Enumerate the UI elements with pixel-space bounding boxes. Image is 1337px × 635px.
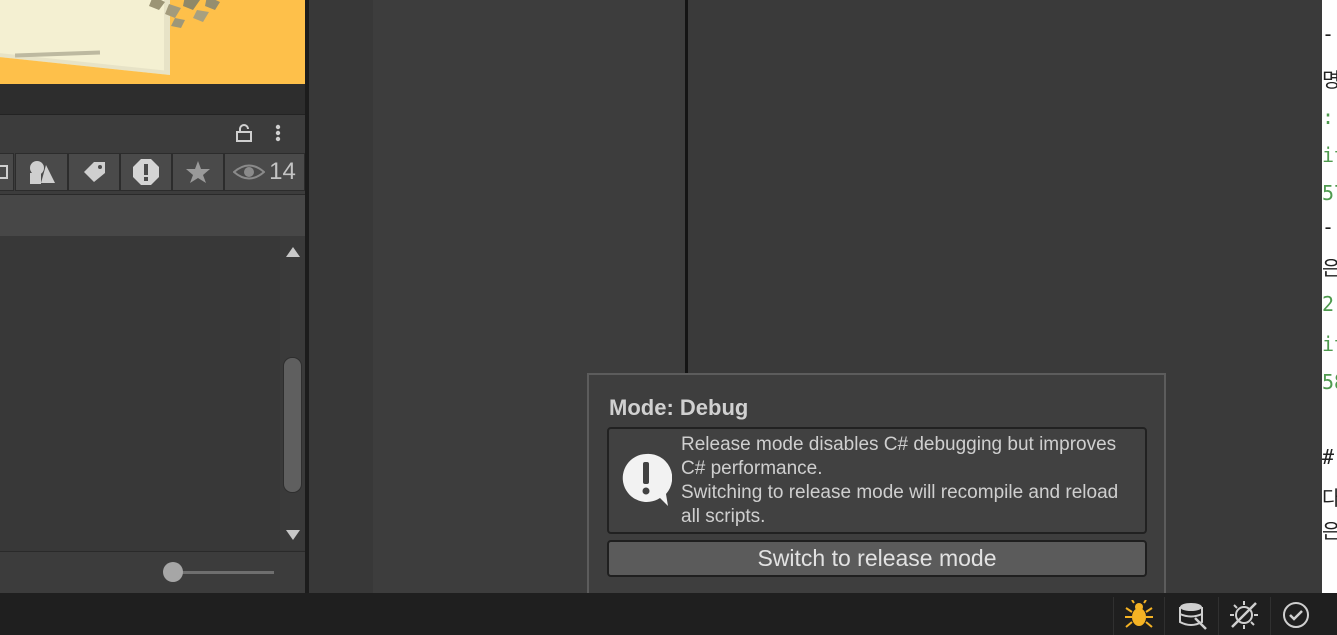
status-separator xyxy=(1164,597,1165,635)
status-check-icon[interactable] xyxy=(1281,600,1311,630)
scroll-down-icon[interactable] xyxy=(286,530,300,540)
warning-icon xyxy=(133,159,159,185)
debug-mode-icon[interactable] xyxy=(1124,600,1154,630)
status-separator xyxy=(1218,597,1219,635)
code-line: it xyxy=(1322,332,1337,356)
visible-count: 14 xyxy=(269,158,296,185)
status-separator xyxy=(1270,597,1271,635)
scene-view-preview[interactable] xyxy=(0,0,305,84)
popup-message: Release mode disables C# debugging but i… xyxy=(681,433,1131,529)
scene-rubble xyxy=(149,0,220,28)
code-line: 은 xyxy=(1322,519,1337,543)
more-options-icon[interactable] xyxy=(275,124,281,142)
star-icon xyxy=(186,161,210,183)
code-line: 57 xyxy=(1322,181,1337,205)
panel-list[interactable] xyxy=(0,236,280,550)
code-line: 은 xyxy=(1322,256,1337,280)
panel-search-strip xyxy=(0,195,305,236)
icon-size-slider-handle[interactable] xyxy=(163,562,183,582)
code-line: it xyxy=(1322,143,1337,167)
code-line: 명 xyxy=(1322,68,1337,92)
shapes-icon xyxy=(29,161,55,184)
tag-icon xyxy=(84,162,105,182)
lock-icon[interactable] xyxy=(236,124,252,142)
scene-footer xyxy=(0,84,305,114)
auto-generate-lighting-off-icon[interactable] xyxy=(1229,600,1259,630)
scroll-up-icon[interactable] xyxy=(286,247,300,257)
inspector-gutter xyxy=(309,0,373,593)
favorites-button[interactable] xyxy=(172,153,224,191)
scrollbar-thumb[interactable] xyxy=(283,357,302,493)
switch-to-release-mode-button[interactable]: Switch to release mode xyxy=(607,540,1147,577)
filter-by-label-button[interactable] xyxy=(68,153,120,191)
popup-message-line: Release mode disables C# debugging but i… xyxy=(681,434,1117,479)
status-separator xyxy=(1113,597,1114,635)
eye-icon xyxy=(233,164,266,180)
filter-by-type-button[interactable] xyxy=(15,153,68,191)
square-icon xyxy=(0,165,8,179)
code-line: 58 xyxy=(1322,370,1337,394)
code-line: - xyxy=(1322,215,1335,239)
code-line: : xyxy=(1322,105,1335,129)
filter-by-issue-button[interactable] xyxy=(120,153,172,191)
toolbar-button-partial[interactable] xyxy=(0,153,14,191)
panel-header xyxy=(0,114,305,151)
icon-size-slider-track[interactable] xyxy=(172,571,274,574)
hidden-packages-button[interactable]: 14 xyxy=(224,153,305,191)
popup-message-line: Switching to release mode will recompile… xyxy=(681,482,1119,527)
code-line: 2 xyxy=(1322,292,1335,316)
warning-speech-bubble-icon xyxy=(622,453,672,506)
code-line: - xyxy=(1322,22,1335,46)
cache-server-icon[interactable] xyxy=(1177,600,1207,630)
code-editor-edge: - 명 : it 57 - 은 2 it 58 # 다 은 xyxy=(1322,0,1337,593)
code-line: 다 xyxy=(1322,486,1337,510)
code-line: # xyxy=(1322,445,1335,469)
popup-title: Mode: Debug xyxy=(609,395,749,420)
